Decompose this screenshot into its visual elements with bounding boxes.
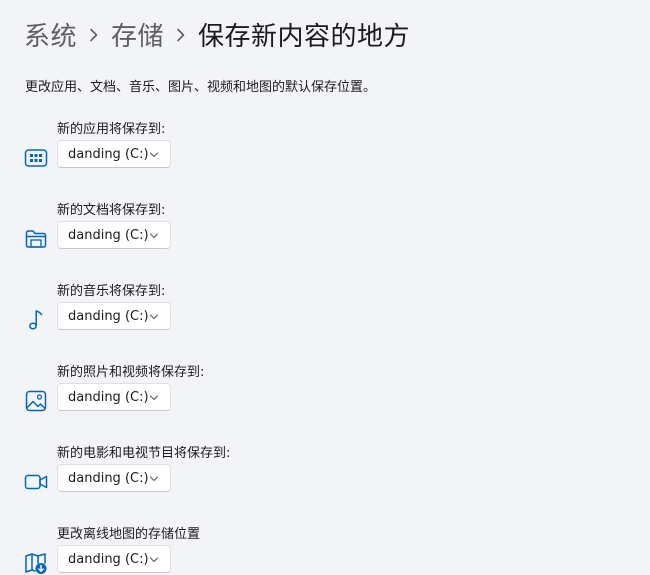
chevron-down-icon [149, 231, 159, 241]
photos-location-dropdown[interactable]: danding (C:) [57, 383, 171, 411]
dropdown-value: danding (C:) [68, 308, 149, 324]
breadcrumb-system[interactable]: 系统 [24, 16, 77, 53]
chevron-right-icon [164, 24, 198, 45]
chevron-down-icon [149, 312, 159, 322]
page-description: 更改应用、文档、音乐、图片、视频和地图的默认保存位置。 [25, 80, 377, 95]
breadcrumb: 系统 存储 保存新内容的地方 [24, 14, 410, 54]
section-label: 更改离线地图的存储位置 [57, 527, 201, 542]
section-new-music: 新的音乐将保存到: danding (C:) [0, 280, 650, 350]
maps-location-dropdown[interactable]: danding (C:) [57, 545, 171, 573]
folder-icon [24, 227, 48, 251]
section-label: 新的照片和视频将保存到: [57, 365, 205, 380]
dropdown-value: danding (C:) [68, 470, 149, 486]
dropdown-value: danding (C:) [68, 146, 149, 162]
dropdown-value: danding (C:) [68, 227, 149, 243]
breadcrumb-storage[interactable]: 存储 [111, 16, 164, 53]
apps-icon [24, 146, 48, 170]
page-title: 保存新内容的地方 [198, 21, 411, 52]
section-new-documents: 新的文档将保存到: danding (C:) [0, 199, 650, 269]
section-new-apps: 新的应用将保存到: danding (C:) [0, 118, 650, 188]
section-label: 新的电影和电视节目将保存到: [57, 446, 231, 461]
section-label: 新的文档将保存到: [57, 203, 166, 218]
documents-location-dropdown[interactable]: danding (C:) [57, 221, 171, 249]
section-new-photos-videos: 新的照片和视频将保存到: danding (C:) [0, 361, 650, 431]
apps-location-dropdown[interactable]: danding (C:) [57, 140, 171, 168]
section-offline-maps: 更改离线地图的存储位置 danding (C:) [0, 523, 650, 575]
movies-location-dropdown[interactable]: danding (C:) [57, 464, 171, 492]
dropdown-value: danding (C:) [68, 551, 149, 567]
section-label: 新的音乐将保存到: [57, 284, 166, 299]
music-location-dropdown[interactable]: danding (C:) [57, 302, 171, 330]
chevron-right-icon [77, 24, 111, 45]
chevron-down-icon [149, 150, 159, 160]
chevron-down-icon [149, 474, 159, 484]
video-camera-icon [24, 470, 48, 494]
dropdown-value: danding (C:) [68, 389, 149, 405]
picture-icon [24, 389, 48, 413]
map-download-icon [24, 551, 48, 575]
chevron-down-icon [149, 555, 159, 565]
music-note-icon [24, 308, 48, 332]
chevron-down-icon [149, 393, 159, 403]
section-label: 新的应用将保存到: [57, 122, 166, 137]
section-new-movies-tv: 新的电影和电视节目将保存到: danding (C:) [0, 442, 650, 512]
